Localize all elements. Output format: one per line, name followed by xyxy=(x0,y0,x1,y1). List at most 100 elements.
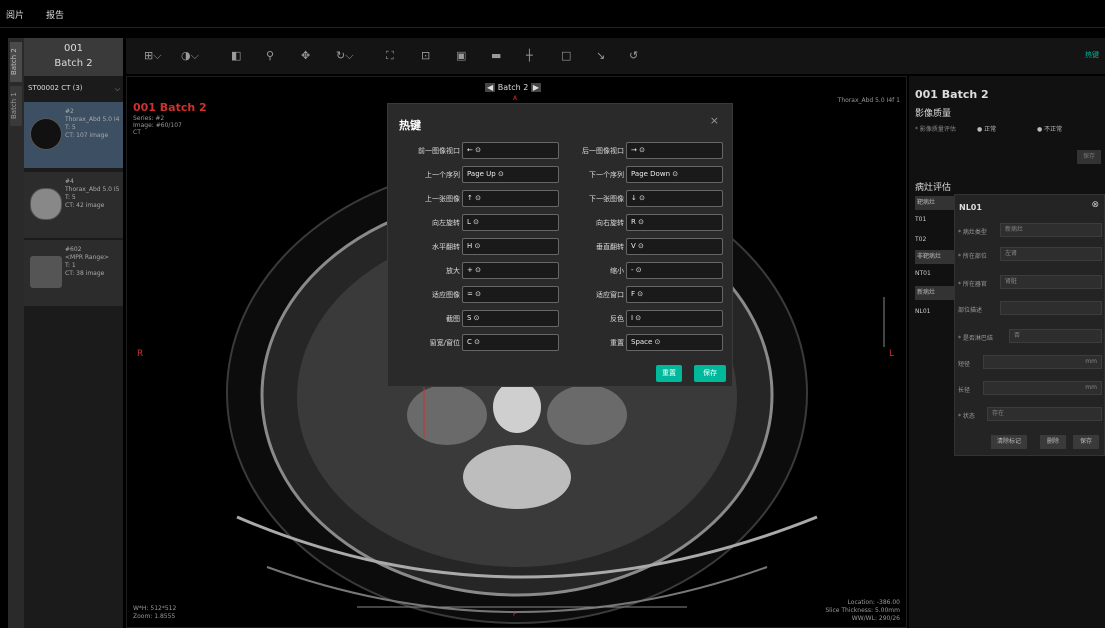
long-axis-input[interactable]: mm xyxy=(983,381,1102,395)
field-label: 长径 xyxy=(958,387,971,394)
short-axis-input[interactable]: mm xyxy=(983,355,1102,369)
window-level-icon[interactable]: ▬ xyxy=(491,48,501,64)
crosshair-icon[interactable]: ┼ xyxy=(526,48,533,64)
hotkey-input-window-level[interactable]: C ⊙ xyxy=(462,334,559,351)
status-select[interactable]: 存在 xyxy=(987,407,1102,421)
tab-report[interactable]: 报告 xyxy=(46,8,64,21)
rotate-icon[interactable]: ↻⌵ xyxy=(336,48,354,64)
series-line: Thorax_Abd 5.0 I4 xyxy=(65,116,120,123)
study-selector[interactable]: ST00002 CT (3) ⌵ xyxy=(28,84,123,96)
location-select[interactable]: 左肾 xyxy=(1000,247,1102,261)
rectangle-icon[interactable]: □ xyxy=(561,48,571,64)
layout-grid-icon[interactable]: ⊞⌵ xyxy=(144,48,162,64)
organ-select[interactable]: 肾脏 xyxy=(1000,275,1102,289)
pan-icon[interactable]: ✥ xyxy=(301,48,310,64)
field-label: * 状态 xyxy=(958,413,975,420)
tab-batch-2[interactable]: Batch 2 xyxy=(10,42,22,82)
fit-icon[interactable]: ⛶ xyxy=(386,48,394,64)
popup-save-button[interactable]: 保存 xyxy=(1073,435,1099,449)
viewer-series: Series: #2 xyxy=(133,115,165,122)
lesion-group-non-target: 非靶病灶 xyxy=(915,250,955,264)
batch-vertical-tabs: Batch 2 Batch 1 xyxy=(8,38,24,628)
tab-reading[interactable]: 阅片 xyxy=(6,8,24,21)
hotkey-label: 重置 xyxy=(610,339,624,347)
long-axis-unit: mm xyxy=(1085,384,1097,391)
hotkey-input-prev-series[interactable]: Page Up ⊙ xyxy=(462,166,559,183)
hotkey-input-prev-viewport[interactable]: ← ⊙ xyxy=(462,142,559,159)
hotkey-input-next-image[interactable]: ↓ ⊙ xyxy=(626,190,723,207)
hotkey-input-zoom-in[interactable]: + ⊙ xyxy=(462,262,559,279)
lesion-item[interactable]: T02 xyxy=(915,236,926,243)
reset-icon[interactable]: ↺ xyxy=(629,48,638,64)
hotkey-input-fit-image[interactable]: = ⊙ xyxy=(462,286,559,303)
close-icon[interactable]: ⊗ xyxy=(1091,200,1099,210)
hotkey-label: 上一张图像 xyxy=(425,195,460,203)
hotkey-label: 截图 xyxy=(446,315,460,323)
invert-icon[interactable]: ◧ xyxy=(231,48,241,64)
quality-save-button[interactable]: 保存 xyxy=(1077,150,1101,164)
hotkey-input-rotate-left[interactable]: L ⊙ xyxy=(462,214,559,231)
lesion-item[interactable]: T01 xyxy=(915,216,926,223)
reset-button[interactable]: 重置 xyxy=(656,365,682,382)
short-axis-unit: mm xyxy=(1085,358,1097,365)
arrow-icon[interactable]: ↘ xyxy=(596,48,605,64)
series-item[interactable]: #4 Thorax_Abd 5.0 I5 T: 5 CT: 42 image xyxy=(24,172,123,238)
hotkey-input-invert[interactable]: I ⊙ xyxy=(626,310,723,327)
lock-icon[interactable]: ⊡ xyxy=(421,48,430,64)
prev-arrow-icon[interactable]: ◀ xyxy=(485,83,496,92)
hotkey-label: 上一个序列 xyxy=(425,171,460,179)
hotkey-input-zoom-out[interactable]: - ⊙ xyxy=(626,262,723,279)
clear-mark-button[interactable]: 清除标记 xyxy=(991,435,1027,449)
hotkey-input-fit-window[interactable]: F ⊙ xyxy=(626,286,723,303)
lesion-type-value: 新病灶 xyxy=(1005,226,1024,233)
quality-label: * 影像质量评估 xyxy=(915,126,956,133)
lymph-node-select[interactable]: 否 xyxy=(1009,329,1102,343)
series-item[interactable]: #2 Thorax_Abd 5.0 I4 T: 5 CT: 107 image xyxy=(24,102,123,168)
quality-section-title: 影像质量 xyxy=(915,109,952,119)
lesion-type-select[interactable]: 新病灶 xyxy=(1000,223,1102,237)
lesion-group-target: 靶病灶 xyxy=(915,196,955,210)
next-arrow-icon[interactable]: ▶ xyxy=(530,83,542,92)
location-desc-input[interactable] xyxy=(1000,301,1102,315)
radio-normal-label: 正常 xyxy=(984,126,997,133)
hotkey-dialog: 热键 × 前一图像视口 ← ⊙ 后一图像视口 → ⊙ 上一个序列 Page Up… xyxy=(387,103,733,387)
hotkey-link[interactable]: 热键 xyxy=(1085,50,1099,60)
top-nav-bar: 阅片 报告 xyxy=(0,0,1105,28)
batch-nav[interactable]: ◀ Batch 2 ▶ xyxy=(485,83,542,92)
radio-normal[interactable]: ● 正常 xyxy=(977,124,996,133)
delete-button[interactable]: 删除 xyxy=(1040,435,1066,449)
series-line: T: 1 xyxy=(65,262,76,269)
assessment-title: 001 Batch 2 xyxy=(915,88,989,101)
lymph-node-value: 否 xyxy=(1014,332,1021,339)
viewer-image-index: Image: #60/107 xyxy=(133,122,182,129)
popup-title: NL01 xyxy=(959,203,982,212)
hotkey-input-next-series[interactable]: Page Down ⊙ xyxy=(626,166,723,183)
lesion-group-new: 新病灶 xyxy=(915,286,955,300)
lesion-item[interactable]: NT01 xyxy=(915,270,931,277)
lesion-item[interactable]: NL01 xyxy=(915,308,930,315)
hotkey-input-rotate-right[interactable]: R ⊙ xyxy=(626,214,723,231)
hotkey-input-next-viewport[interactable]: → ⊙ xyxy=(626,142,723,159)
hotkey-label: 窗宽/窗位 xyxy=(429,339,460,347)
orientation-right-marker: R xyxy=(137,349,144,359)
tab-batch-1[interactable]: Batch 1 xyxy=(10,86,22,126)
hotkey-input-prev-image[interactable]: ↑ ⊙ xyxy=(462,190,559,207)
hotkey-label: 适应窗口 xyxy=(596,291,624,299)
viewer-toolbar: ⊞⌵ ◑⌵ ◧ ⚲ ✥ ↻⌵ ⛶ ⊡ ▣ ▬ ┼ □ ↘ ↺ 热键 xyxy=(126,38,1105,74)
batch-name: Batch 2 xyxy=(54,58,93,69)
hotkey-input-flip-h[interactable]: H ⊙ xyxy=(462,238,559,255)
screenshot-icon[interactable]: ▣ xyxy=(456,48,466,64)
hotkey-input-screenshot[interactable]: S ⊙ xyxy=(462,310,559,327)
series-panel: Batch 2 Batch 1 001 Batch 2 ST00002 CT (… xyxy=(8,38,123,628)
series-thumbnail xyxy=(30,256,62,288)
close-icon[interactable]: × xyxy=(710,114,719,127)
hotkey-input-reset[interactable]: Space ⊙ xyxy=(626,334,723,351)
series-item[interactable]: #602 <MPR Range> T: 1 CT: 38 image xyxy=(24,240,123,306)
radio-abnormal[interactable]: ● 不正常 xyxy=(1037,124,1062,133)
viewer-window-level: WW/WL: 290/26 xyxy=(851,615,900,622)
save-button[interactable]: 保存 xyxy=(694,365,726,382)
hotkey-input-flip-v[interactable]: V ⊙ xyxy=(626,238,723,255)
zoom-icon[interactable]: ⚲ xyxy=(266,48,274,64)
contrast-icon[interactable]: ◑⌵ xyxy=(181,48,199,64)
series-line: T: 5 xyxy=(65,194,76,201)
